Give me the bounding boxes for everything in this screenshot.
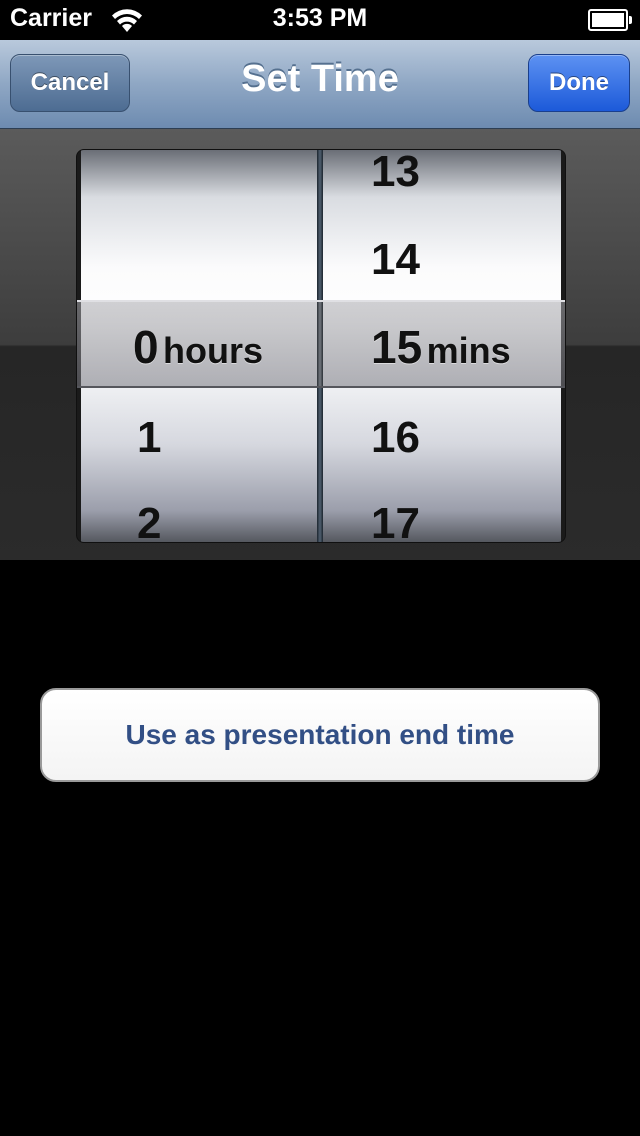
clock: 3:53 PM bbox=[272, 4, 368, 32]
use-as-end-time-button[interactable]: Use as presentation end time bbox=[40, 688, 600, 782]
time-picker: 1 2 13 14 16 17 0 hours 15 mins bbox=[76, 149, 566, 543]
selected-minutes-value: 15 bbox=[371, 321, 423, 373]
hours-option: 1 bbox=[137, 413, 162, 462]
status-bar: Carrier 3:53 PM bbox=[0, 0, 640, 40]
time-picker-area: 1 2 13 14 16 17 0 hours 15 mins bbox=[0, 129, 640, 560]
hours-unit-label: hours bbox=[163, 330, 264, 371]
hours-option: 2 bbox=[137, 499, 162, 543]
minutes-option: 13 bbox=[371, 150, 420, 196]
minutes-option: 17 bbox=[371, 499, 420, 543]
selected-hours-value: 0 bbox=[133, 321, 159, 373]
minutes-option: 14 bbox=[371, 235, 420, 284]
selection-indicator: 0 hours 15 mins bbox=[77, 300, 565, 388]
battery-icon bbox=[588, 9, 632, 31]
selection-divider bbox=[317, 302, 323, 386]
navigation-bar: Cancel Set Time Done bbox=[0, 40, 640, 129]
done-button[interactable]: Done bbox=[528, 54, 630, 112]
minutes-unit-label: mins bbox=[426, 330, 511, 371]
minutes-option: 16 bbox=[371, 413, 420, 462]
selected-minutes: 15 mins bbox=[371, 320, 511, 374]
selected-hours: 0 hours bbox=[133, 320, 263, 374]
